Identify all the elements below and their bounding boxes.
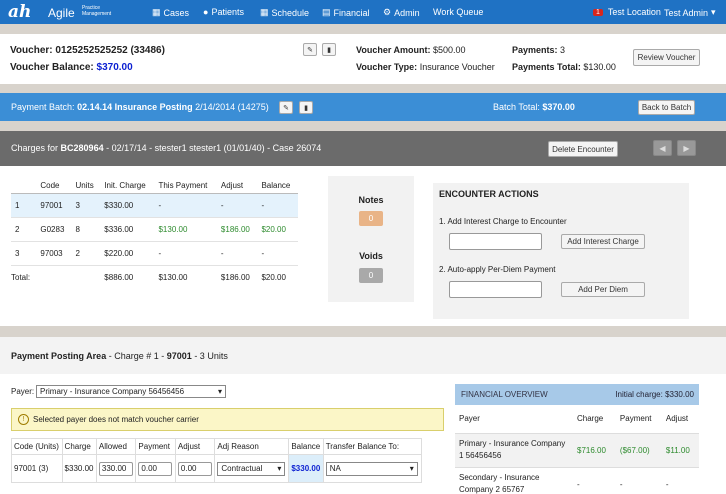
interest-amount-input[interactable] (449, 233, 542, 250)
posting-title: Payment Posting Area - Charge # 1 - 9700… (11, 351, 228, 361)
payer-label: Payer: (11, 387, 35, 396)
charges-total-row: Total: $886.00 $130.00 $186.00 $20.00 (11, 272, 286, 282)
posting-body: Payer: Primary - Insurance Company 56456… (0, 374, 726, 494)
delete-encounter-button[interactable]: Delete Encounter (548, 141, 618, 157)
posting-header-row: Code (Units) Charge Allowed Payment Adju… (11, 438, 423, 455)
batch-info: Payment Batch: 02.14.14 Insurance Postin… (11, 102, 269, 112)
arrow-left-icon: ◀ (659, 143, 666, 153)
trash-icon: ▮ (304, 104, 308, 112)
batch-total: Batch Total: $370.00 (493, 102, 575, 112)
cases-icon: ▦ (152, 7, 161, 17)
voucher-payments: Payments: 3 (512, 45, 566, 55)
notes-count[interactable]: 0 (359, 211, 383, 226)
nav-patients[interactable]: ● Patients (203, 7, 244, 17)
encounter-actions-title: ENCOUNTER ACTIONS (439, 189, 539, 199)
perdiem-label: 2. Auto-apply Per-Diem Payment (439, 265, 556, 274)
charges-title: Charges for BC280964 - 02/17/14 - steste… (11, 143, 322, 153)
caret-down-icon: ▾ (277, 464, 282, 473)
nav-user-menu[interactable]: Test Admin ▾ (664, 7, 716, 18)
edit-icon: ✎ (283, 104, 289, 112)
financial-row: Secondary - Insurance Company 2 65767 - … (455, 467, 699, 494)
posting-balance: $330.00 (291, 464, 321, 473)
nav-schedule[interactable]: ▦ Schedule (260, 7, 309, 18)
app-logo[interactable]: ah (8, 2, 31, 22)
trash-icon: ▮ (327, 46, 331, 54)
caret-down-icon: ▾ (217, 387, 222, 396)
prev-encounter-button[interactable]: ◀ (653, 140, 672, 156)
brand-name: Agile (48, 6, 75, 20)
voucher-line: Voucher: 0125252525252 (33486) (10, 45, 165, 56)
financial-header-row: Payer Charge Payment Adjust (455, 405, 699, 434)
add-interest-charge-button[interactable]: Add Interest Charge (561, 234, 645, 249)
delete-voucher-button[interactable]: ▮ (322, 43, 336, 56)
voucher-panel: Voucher: 0125252525252 (33486) Voucher B… (0, 34, 726, 84)
financial-icon: ▤ (322, 7, 331, 17)
edit-voucher-button[interactable]: ✎ (303, 43, 317, 56)
review-voucher-button[interactable]: Review Voucher (633, 49, 700, 66)
payer-warning: ! Selected payer does not match voucher … (11, 408, 444, 431)
allowed-input[interactable]: 330.00 (98, 461, 133, 476)
encounter-id: BC280964 (60, 143, 104, 153)
admin-icon: ⚙ (383, 7, 392, 17)
charges-header-row: Code Units Init. Charge This Payment Adj… (11, 178, 298, 194)
transfer-balance-select[interactable]: NA ▾ (325, 461, 418, 476)
encounter-actions-box: ENCOUNTER ACTIONS 1. Add Interest Charge… (433, 183, 689, 319)
notes-label: Notes (358, 195, 384, 205)
caret-down-icon: ▾ (409, 464, 414, 473)
voucher-amount: Voucher Amount: $500.00 (356, 45, 466, 55)
nav-test-location[interactable]: 1 Test Location (593, 7, 661, 17)
payment-input[interactable]: 0.00 (138, 461, 173, 476)
payer-select[interactable]: Primary - Insurance Company 56456456 ▾ (36, 385, 226, 398)
patients-icon: ● (203, 7, 209, 17)
charge-row[interactable]: 1 97001 3 $330.00 - - - (11, 193, 298, 218)
nav-financial[interactable]: ▤ Financial (322, 7, 370, 18)
back-to-batch-button[interactable]: Back to Batch (638, 100, 695, 115)
financial-table: Payer Charge Payment Adjust Primary - In… (455, 405, 699, 494)
voucher-payments-total: Payments Total: $130.00 (512, 62, 616, 72)
perdiem-amount-input[interactable] (449, 281, 542, 298)
financial-overview-header: FINANCIAL OVERVIEW Initial charge: $330.… (455, 384, 699, 405)
voids-label: Voids (359, 251, 383, 261)
charges-header-bar: Charges for BC280964 - 02/17/14 - steste… (0, 131, 726, 166)
voucher-balance-line: Voucher Balance: $370.00 (10, 62, 133, 73)
voucher-type: Voucher Type: Insurance Voucher (356, 62, 495, 72)
charge-row[interactable]: 2 G0283 8 $336.00 $130.00 $186.00 $20.00 (11, 217, 298, 242)
nav-work-queue[interactable]: Work Queue (433, 7, 483, 17)
financial-row: Primary - Insurance Company 1 56456456 $… (455, 433, 699, 468)
charges-panel: Code Units Init. Charge This Payment Adj… (0, 166, 726, 326)
interest-label: 1. Add Interest Charge to Encounter (439, 217, 567, 226)
charges-table: Code Units Init. Charge This Payment Adj… (11, 178, 298, 289)
charge-row[interactable]: 3 97003 2 $220.00 - - - (11, 241, 298, 266)
adjust-input[interactable]: 0.00 (177, 461, 212, 476)
payment-batch-bar: Payment Batch: 02.14.14 Insurance Postin… (0, 93, 726, 121)
nav-cases[interactable]: ▦ Cases (152, 7, 189, 18)
posting-table: Code (Units) Charge Allowed Payment Adju… (11, 438, 423, 483)
adj-reason-select[interactable]: Contractual ▾ (217, 461, 286, 476)
add-per-diem-button[interactable]: Add Per Diem (561, 282, 645, 297)
voucher-balance: $370.00 (96, 62, 133, 73)
brand-subtitle: Practice Management (82, 5, 112, 17)
edit-batch-button[interactable]: ✎ (279, 101, 293, 114)
financial-overview: FINANCIAL OVERVIEW Initial charge: $330.… (455, 384, 699, 494)
location-count-badge: 1 (593, 8, 603, 16)
edit-icon: ✎ (307, 46, 313, 54)
next-encounter-button[interactable]: ▶ (677, 140, 696, 156)
schedule-icon: ▦ (260, 7, 269, 17)
voids-count[interactable]: 0 (359, 268, 383, 283)
arrow-right-icon: ▶ (683, 143, 690, 153)
posting-row: 97001 (3) $330.00 330.00 0.00 0.00 Contr… (11, 454, 423, 483)
top-nav: ah Agile Practice Management ▦ Cases ● Pat… (0, 0, 726, 24)
caret-down-icon: ▾ (711, 7, 716, 17)
delete-batch-button[interactable]: ▮ (299, 101, 313, 114)
warning-icon: ! (18, 414, 29, 425)
notes-voids-box: Notes 0 Voids 0 (328, 176, 414, 302)
nav-admin[interactable]: ⚙ Admin (383, 7, 420, 18)
